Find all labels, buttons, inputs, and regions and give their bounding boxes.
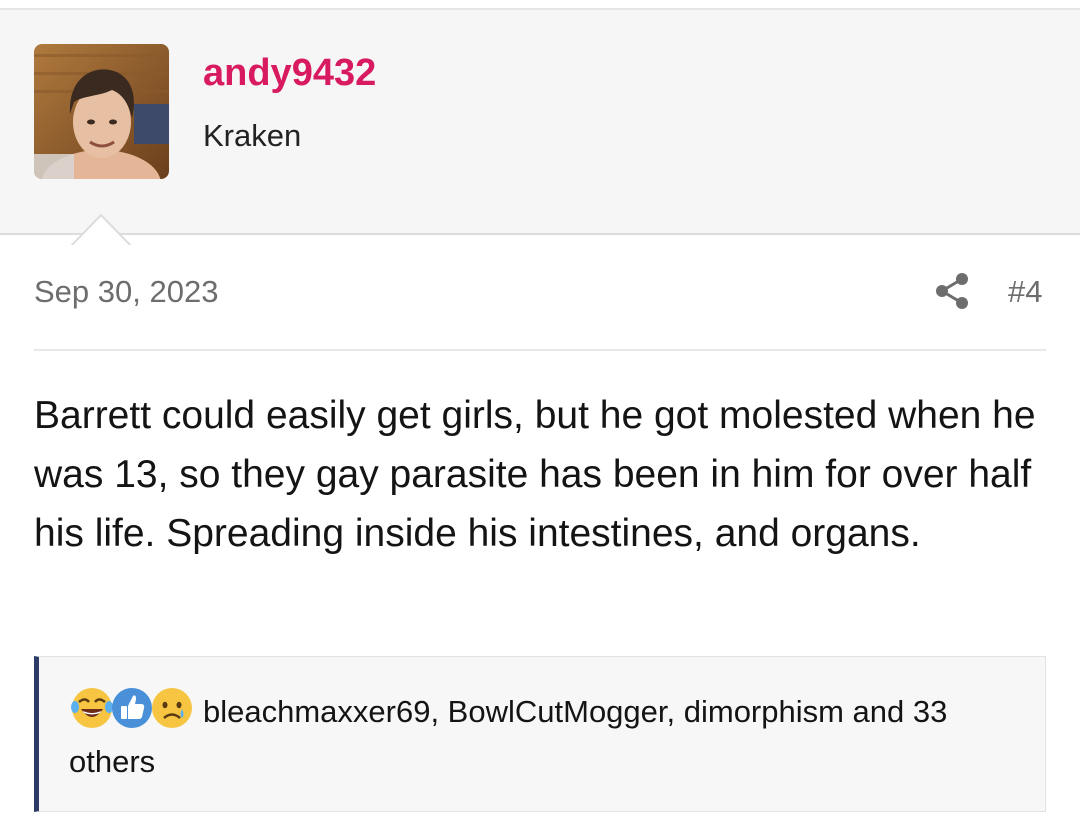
username-link[interactable]: andy9432 xyxy=(203,52,376,95)
post-user-header: andy9432 Kraken xyxy=(0,10,1080,247)
share-icon[interactable] xyxy=(934,272,970,310)
post-date[interactable]: Sep 30, 2023 xyxy=(34,274,218,310)
reaction-summary-link[interactable]: bleachmaxxer69, BowlCutMogger, dimorphis… xyxy=(69,687,1029,787)
user-avatar[interactable] xyxy=(34,44,169,179)
post-body-text: Barrett could easily get girls, but he g… xyxy=(34,394,1036,555)
post-number-link[interactable]: #4 xyxy=(1008,274,1042,310)
user-title: Kraken xyxy=(203,118,302,153)
reactions-bar[interactable]: bleachmaxxer69, BowlCutMogger, dimorphis… xyxy=(34,656,1046,812)
header-caret xyxy=(70,213,132,247)
meta-divider xyxy=(34,349,1046,351)
